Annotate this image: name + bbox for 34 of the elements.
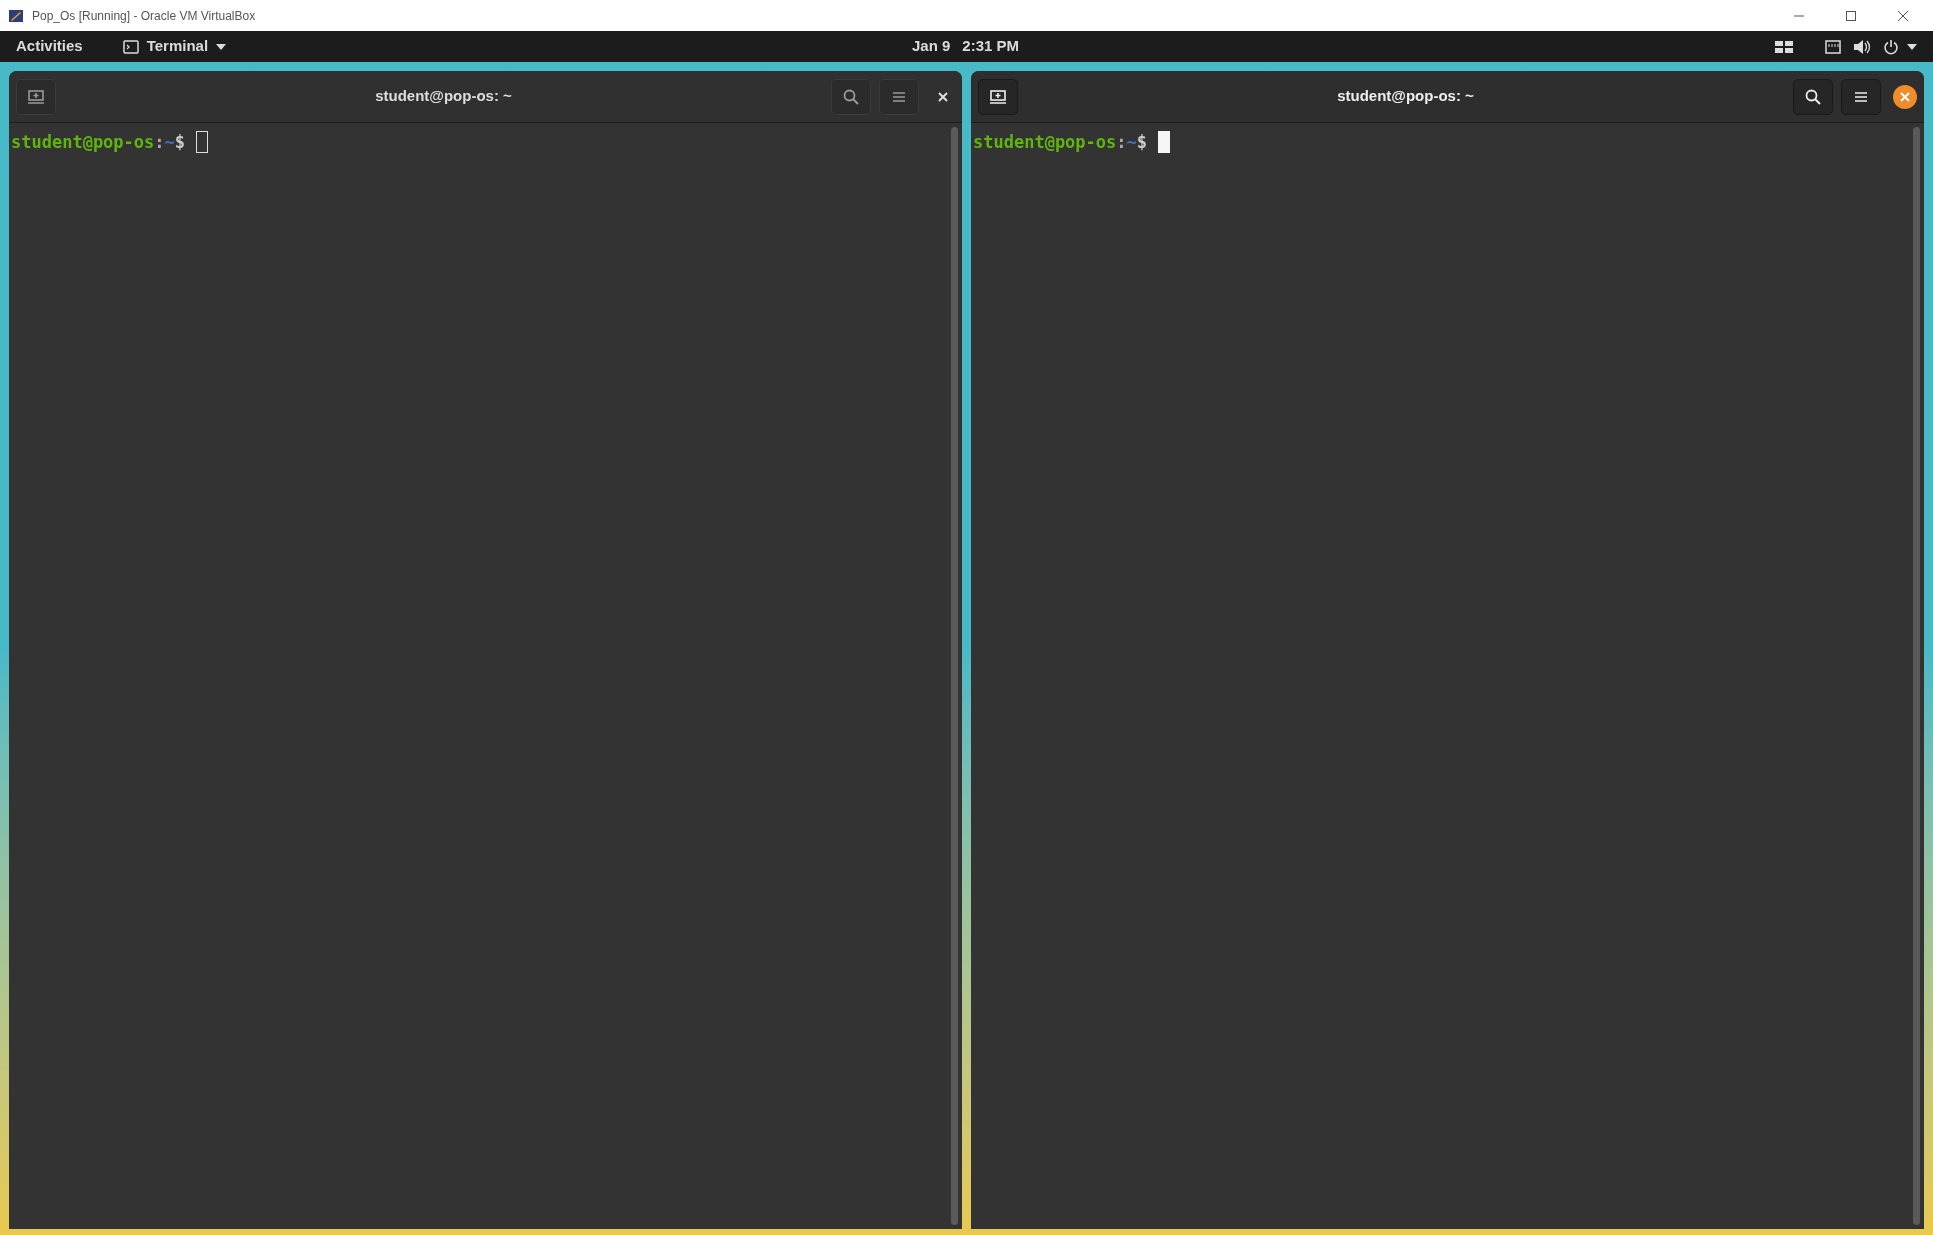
- prompt-text: student@pop-os:~$: [11, 131, 186, 153]
- clock-button[interactable]: Jan 9 2:31 PM: [912, 35, 1020, 58]
- search-icon: [843, 88, 859, 105]
- menu-button[interactable]: [1841, 78, 1881, 115]
- window-title: Pop_Os [Running] - Oracle VM VirtualBox: [32, 7, 256, 25]
- caret-icon: [216, 43, 227, 50]
- prompt-text: student@pop-os:~$: [973, 131, 1148, 153]
- menu-icon: [1854, 90, 1868, 103]
- close-icon: [938, 91, 948, 102]
- network-icon[interactable]: [1825, 39, 1841, 54]
- new-tab-icon: [28, 89, 44, 104]
- new-tab-button[interactable]: [978, 78, 1018, 115]
- window-title: student@pop-os: ~: [1337, 86, 1474, 107]
- scrollbar[interactable]: [1913, 127, 1920, 1225]
- terminal-icon: [122, 39, 139, 54]
- search-button[interactable]: [1793, 78, 1833, 115]
- power-icon[interactable]: [1883, 38, 1899, 55]
- maximize-icon[interactable]: [1845, 9, 1857, 22]
- new-tab-icon: [990, 89, 1006, 104]
- menu-icon: [892, 90, 906, 103]
- app-menu-button[interactable]: Terminal: [122, 35, 227, 58]
- close-icon[interactable]: [1897, 9, 1909, 22]
- window-title: student@pop-os: ~: [375, 86, 512, 107]
- text-cursor: [196, 131, 209, 153]
- scrollbar[interactable]: [951, 127, 958, 1225]
- caret-icon[interactable]: [1907, 43, 1917, 50]
- close-icon: [1900, 91, 1910, 102]
- app-logo-icon: [8, 7, 24, 24]
- workspaces-icon[interactable]: [1775, 40, 1793, 53]
- close-button[interactable]: [1893, 84, 1917, 109]
- text-cursor: [1158, 131, 1171, 153]
- activities-button[interactable]: Activities: [12, 35, 87, 58]
- search-icon: [1805, 88, 1821, 105]
- volume-icon[interactable]: [1853, 38, 1871, 55]
